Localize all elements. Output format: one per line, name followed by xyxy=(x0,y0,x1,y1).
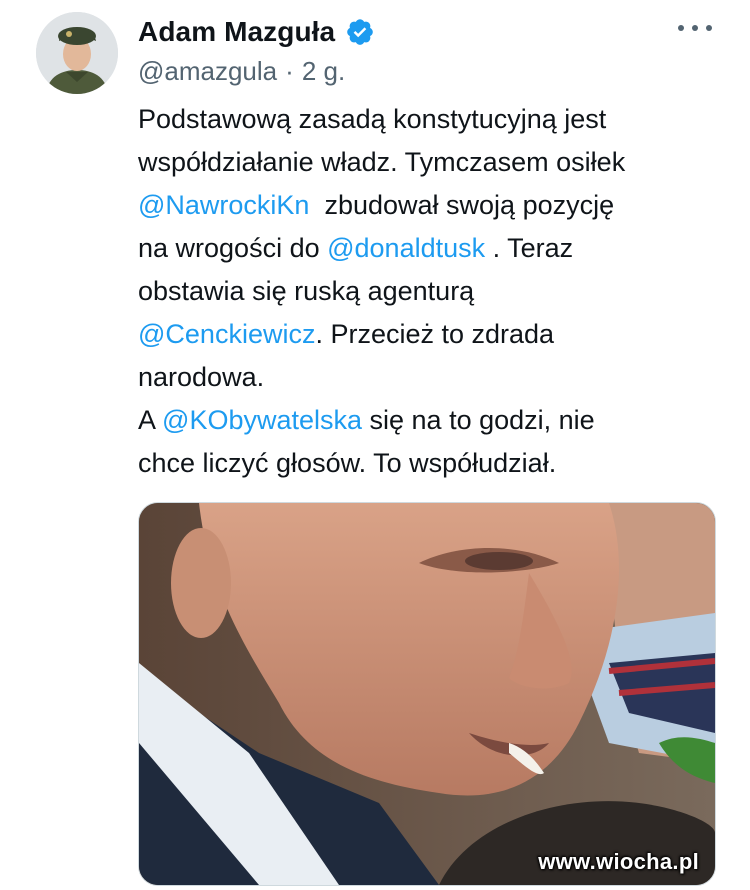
tweet-line: współdziałanie władz. Tymczasem osiłek xyxy=(138,141,733,184)
author-meta: @amazgula · 2 g. xyxy=(138,56,345,87)
tweet-text-segment: współdziałanie władz. Tymczasem osiłek xyxy=(138,147,626,177)
mention-link[interactable]: @KObywatelska xyxy=(162,405,362,435)
tweet-line: narodowa. xyxy=(138,356,733,399)
watermark: www.wiocha.pl xyxy=(538,849,699,874)
mention-link[interactable]: @donaldtusk xyxy=(327,233,485,263)
tweet-line: chce liczyć głosów. To współudział. xyxy=(138,442,733,485)
tweet-line: A @KObywatelska się na to godzi, nie xyxy=(138,399,733,442)
photo-man-eating xyxy=(139,503,715,885)
avatar-image xyxy=(36,12,118,94)
tweet-media-image[interactable]: www.wiocha.pl xyxy=(138,502,716,886)
tweet-text-segment: się na to godzi, nie xyxy=(362,405,595,435)
dot xyxy=(692,25,698,31)
tweet-line: @Cenckiewicz. Przecież to zdrada xyxy=(138,313,733,356)
tweet-time[interactable]: 2 g. xyxy=(302,56,345,87)
tweet-text-segment: . Przecież to zdrada xyxy=(315,319,555,349)
author-handle[interactable]: @amazgula xyxy=(138,56,277,87)
tweet-text-segment: Podstawową zasadą konstytucyjną jest xyxy=(138,104,607,134)
tweet-line: Podstawową zasadą konstytucyjną jest xyxy=(138,98,733,141)
tweet-text-segment: zbudował swoją pozycję xyxy=(309,190,615,220)
tweet-text-segment: narodowa. xyxy=(138,362,265,392)
tweet-text-segment: obstawia się ruską agenturą xyxy=(138,276,475,306)
tweet-text: Podstawową zasadą konstytucyjną jest wspó… xyxy=(138,98,733,485)
tweet-text-segment: . Teraz xyxy=(485,233,574,263)
tweet-line: obstawia się ruską agenturą xyxy=(138,270,733,313)
tweet-line: na wrogości do @donaldtusk . Teraz xyxy=(138,227,733,270)
tweet-text-segment: A xyxy=(138,405,163,435)
avatar[interactable] xyxy=(36,12,118,94)
mention-link[interactable]: @NawrockiKn xyxy=(138,190,309,220)
dot xyxy=(706,25,712,31)
tweet-line: @NawrockiKn zbudował swoją pozycję xyxy=(138,184,733,227)
mention-link[interactable]: @Cenckiewicz xyxy=(138,319,315,349)
dot xyxy=(678,25,684,31)
tweet-text-segment: na wrogości do xyxy=(138,233,328,263)
author-name[interactable]: Adam Mazguła xyxy=(138,16,335,48)
more-options-icon[interactable] xyxy=(678,18,712,38)
verified-badge-icon xyxy=(347,19,374,45)
meta-separator: · xyxy=(285,56,294,86)
author-name-row: Adam Mazguła xyxy=(138,13,375,51)
tweet-text-segment: chce liczyć głosów. To współudział. xyxy=(138,448,557,478)
